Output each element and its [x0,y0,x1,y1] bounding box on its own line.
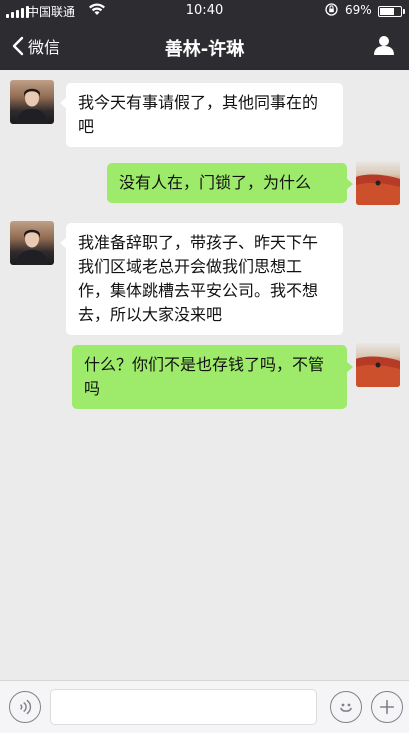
battery-tip [403,9,405,14]
emoji-icon [340,703,352,712]
top-bar: 中国联通 10:40 69% 微信 善林-许琳 [0,0,409,70]
battery-percent: 69% [345,3,372,17]
chat-title: 善林-许琳 [164,39,245,60]
rotation-lock-icon [325,3,338,16]
message-bubble[interactable]: 我今天有事请假了，其他同事在的吧 [66,83,343,147]
battery-icon [378,6,402,17]
status-bar: 中国联通 10:40 69% [0,0,409,22]
input-bar [0,680,409,733]
plus-button[interactable] [371,691,403,723]
message-bubble[interactable]: 我准备辞职了，带孩子、昨天下午我们区域老总开会做我们思想工作，集体跳槽去平安公司… [66,223,343,335]
message-input[interactable] [50,689,317,725]
my-avatar[interactable] [356,343,400,387]
plus-icon [379,699,395,715]
nav-bar: 微信 善林-许琳 [0,22,409,70]
person-icon[interactable] [373,34,395,56]
message-bubble[interactable]: 什么？你们不是也存钱了吗，不管吗 [72,345,347,409]
my-avatar[interactable] [356,161,400,205]
voice-icon [19,699,32,715]
contact-avatar[interactable] [10,221,54,265]
message-bubble[interactable]: 没有人在，门锁了，为什么 [107,163,347,203]
contact-avatar[interactable] [10,80,54,124]
voice-button[interactable] [9,691,41,723]
chat-area[interactable]: 我今天有事请假了，其他同事在的吧 没有人在，门锁了，为什么 我准备辞职了，带孩子… [0,70,409,680]
emoji-button[interactable] [330,691,362,723]
